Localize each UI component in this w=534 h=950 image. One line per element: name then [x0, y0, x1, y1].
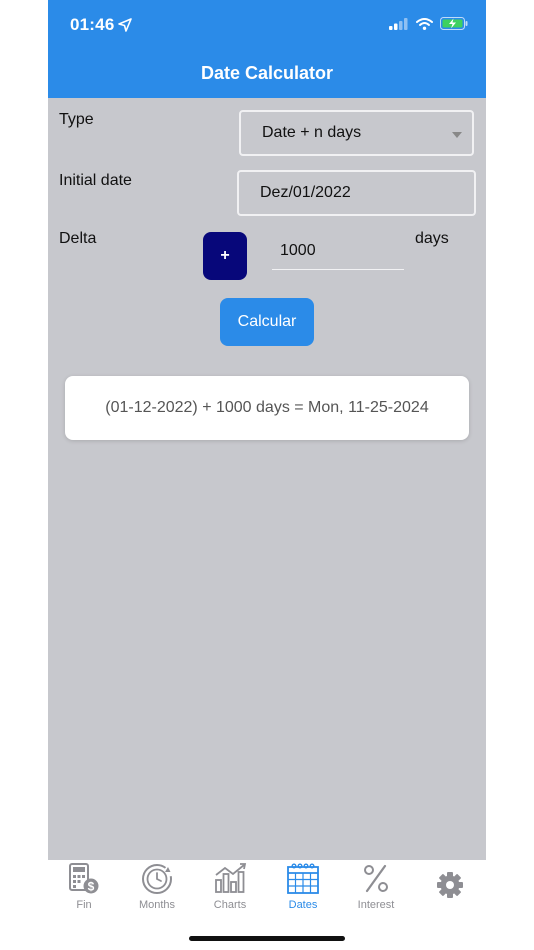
delta-label: Delta — [59, 230, 97, 247]
tab-interest-label: Interest — [357, 899, 395, 911]
svg-text:$: $ — [88, 880, 95, 894]
location-arrow-icon — [118, 18, 133, 32]
chevron-down-icon — [452, 132, 462, 138]
main-content: Type Date + n days Initial date Dez/01/2… — [48, 98, 486, 860]
calculate-button[interactable]: Calcular — [220, 298, 314, 346]
battery-charging-icon — [440, 17, 468, 30]
tab-fin-label: Fin — [76, 899, 92, 911]
initial-date-field[interactable]: Dez/01/2022 — [237, 170, 476, 216]
bar-chart-icon — [215, 863, 247, 893]
tab-dates[interactable]: Dates — [268, 862, 338, 914]
app-header: 01:46 Date Calculator — [48, 0, 486, 98]
tab-interest[interactable]: Interest — [341, 862, 411, 914]
percent-icon — [364, 864, 388, 893]
delta-input-value: 1000 — [280, 241, 316, 259]
gear-icon — [437, 872, 463, 898]
type-label: Type — [59, 111, 94, 128]
calculator-dollar-icon: $ — [69, 863, 99, 894]
tab-dates-label: Dates — [288, 899, 318, 911]
type-select-value: Date + n days — [262, 124, 362, 141]
tab-fin[interactable]: $ Fin — [49, 862, 119, 914]
type-select[interactable]: Date + n days — [239, 110, 474, 156]
home-indicator — [189, 936, 345, 941]
delta-sign-button[interactable]: + — [203, 232, 247, 280]
tab-months-label: Months — [138, 899, 176, 911]
calendar-icon — [287, 863, 319, 894]
status-icons — [389, 17, 468, 30]
page-title: Date Calculator — [200, 63, 334, 83]
phone-screen: 01:46 Date Calculator Type Date + n days… — [48, 0, 486, 950]
tab-months[interactable]: Months — [122, 862, 192, 914]
clock-cycle-icon — [142, 864, 172, 894]
initial-date-label: Initial date — [59, 172, 132, 189]
status-time: 01:46 — [70, 15, 133, 35]
initial-date-value: Dez/01/2022 — [260, 184, 351, 201]
wifi-icon — [416, 17, 433, 30]
tab-settings[interactable] — [415, 862, 485, 922]
signal-icon — [389, 17, 408, 30]
delta-input[interactable]: 1000 — [272, 232, 404, 270]
result-card: (01-12-2022) + 1000 days = Mon, 11-25-20… — [65, 376, 469, 440]
status-time-text: 01:46 — [70, 15, 115, 34]
delta-unit-label: days — [415, 230, 449, 247]
tab-charts[interactable]: Charts — [195, 862, 265, 914]
result-text: (01-12-2022) + 1000 days = Mon, 11-25-20… — [105, 399, 429, 416]
tab-charts-label: Charts — [213, 899, 247, 911]
